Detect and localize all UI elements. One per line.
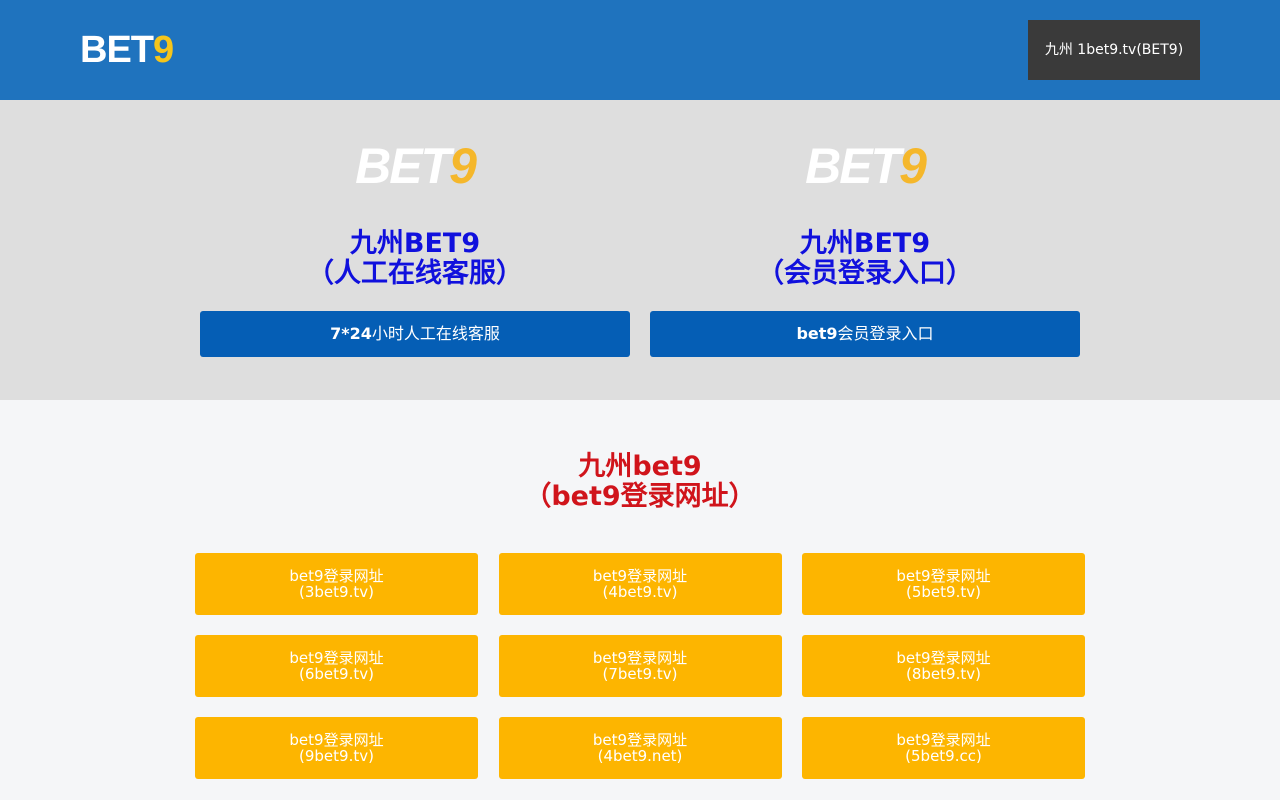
link-label: bet9登录网址 [592, 731, 688, 749]
card-title: 九州BET9 （人工在线客服） [200, 229, 630, 289]
section-title-line1: 九州bet9 [578, 451, 702, 482]
site-logo[interactable]: BET9 [80, 31, 174, 69]
link-domain: (7bet9.tv) [602, 665, 678, 683]
card-title-line2: （人工在线客服） [307, 258, 523, 289]
login-link-button[interactable]: bet9登录网址 (7bet9.tv) [498, 635, 782, 697]
login-link-button[interactable]: bet9登录网址 (4bet9.tv) [498, 553, 782, 615]
login-link-button[interactable]: bet9登录网址 (4bet9.net) [498, 717, 782, 779]
card-logo-number: 9 [899, 138, 927, 194]
login-link-button[interactable]: bet9登录网址 (5bet9.tv) [802, 553, 1085, 615]
card-title: 九州BET9 （会员登录入口） [650, 229, 1080, 289]
logo-text: BET [80, 29, 154, 71]
card-logo: BET9 [200, 141, 630, 191]
login-links-grid: bet9登录网址 (3bet9.tv) bet9登录网址 (4bet9.tv) be… [195, 553, 1085, 779]
card-logo-text: BET [805, 138, 901, 194]
link-label: bet9登录网址 [289, 649, 384, 667]
link-domain: (3bet9.tv) [299, 583, 374, 601]
link-domain: (8bet9.tv) [906, 665, 981, 683]
link-label: bet9登录网址 [896, 649, 991, 667]
section-title: 九州bet9 （bet9登录网址） [0, 452, 1280, 512]
support-button[interactable]: 7*24小时人工在线客服 [200, 311, 630, 357]
service-band: BET9 九州BET9 （人工在线客服） 7*24小时人工在线客服 BET9 九… [0, 100, 1280, 400]
link-domain: (6bet9.tv) [299, 665, 374, 683]
link-domain: (5bet9.tv) [906, 583, 981, 601]
login-button-label: 会员登录入口 [837, 324, 934, 343]
domain-button[interactable]: 九州 1bet9.tv(BET9) [1028, 20, 1200, 80]
card-title-line1: 九州BET9 [799, 228, 931, 259]
card-logo-text: BET [355, 138, 451, 194]
link-domain: (4bet9.net) [597, 747, 683, 765]
login-link-button[interactable]: bet9登录网址 (6bet9.tv) [195, 635, 478, 697]
login-link-button[interactable]: bet9登录网址 (8bet9.tv) [802, 635, 1085, 697]
card-title-line2: （会员登录入口） [757, 258, 973, 289]
section-title-line2: （bet9登录网址） [524, 481, 756, 512]
member-login-button[interactable]: bet9会员登录入口 [650, 311, 1080, 357]
service-card-support: BET9 九州BET9 （人工在线客服） 7*24小时人工在线客服 [200, 100, 630, 357]
service-card-login: BET9 九州BET9 （会员登录入口） bet9会员登录入口 [650, 100, 1080, 357]
logo-number: 9 [153, 29, 174, 71]
card-logo-number: 9 [449, 138, 477, 194]
support-button-label: 小时人工在线客服 [371, 324, 500, 343]
link-label: bet9登录网址 [896, 731, 991, 749]
link-domain: (5bet9.cc) [905, 747, 982, 765]
link-domain: (4bet9.tv) [602, 583, 678, 601]
login-link-button[interactable]: bet9登录网址 (9bet9.tv) [195, 717, 478, 779]
link-label: bet9登录网址 [896, 567, 991, 585]
link-label: bet9登录网址 [289, 731, 384, 749]
card-logo: BET9 [650, 141, 1080, 191]
link-label: bet9登录网址 [592, 649, 688, 667]
link-domain: (9bet9.tv) [299, 747, 374, 765]
login-button-bold: bet9 [796, 324, 838, 343]
login-link-button[interactable]: bet9登录网址 (5bet9.cc) [802, 717, 1085, 779]
link-label: bet9登录网址 [289, 567, 384, 585]
login-link-button[interactable]: bet9登录网址 (3bet9.tv) [195, 553, 478, 615]
support-button-bold: 7*24 [330, 324, 372, 343]
site-header: BET9 九州 1bet9.tv(BET9) [0, 0, 1280, 100]
card-title-line1: 九州BET9 [349, 228, 481, 259]
link-label: bet9登录网址 [592, 567, 688, 585]
